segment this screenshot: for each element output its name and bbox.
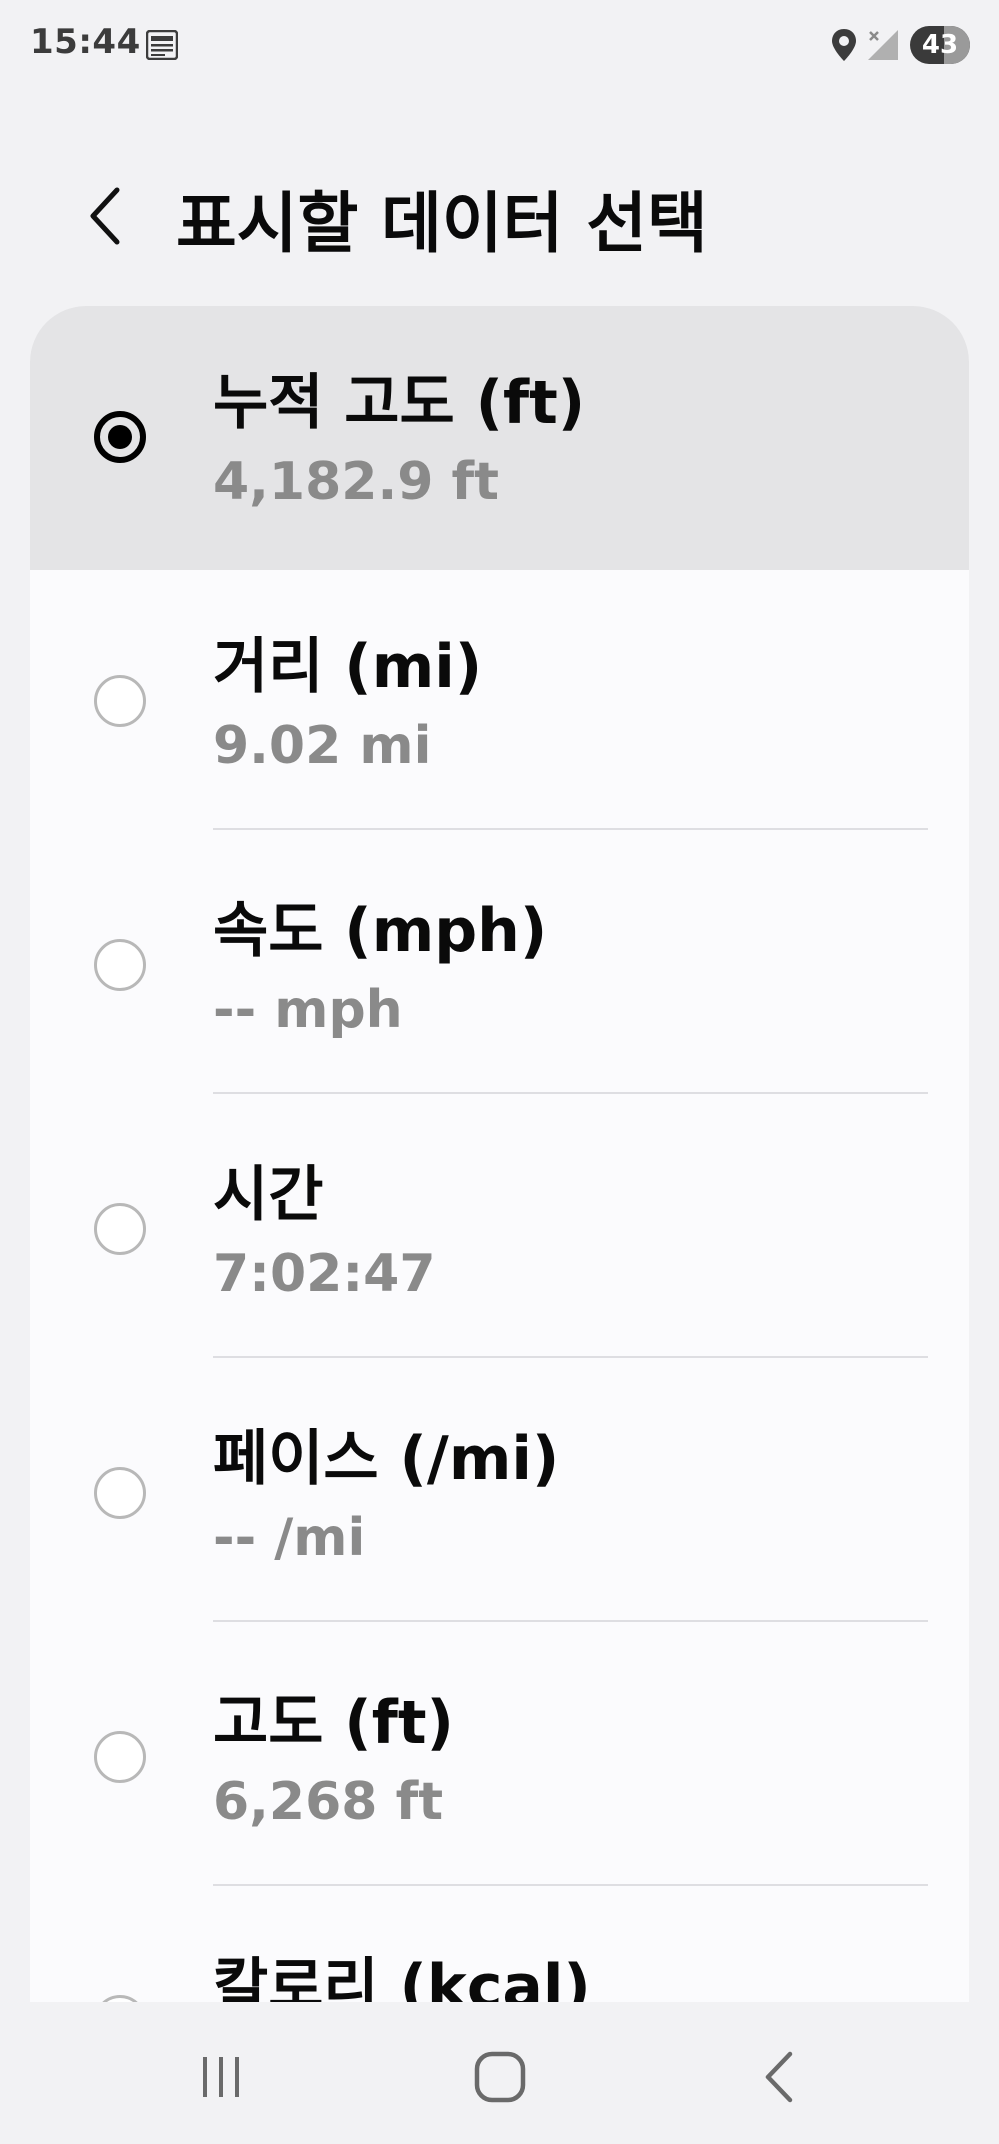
divider xyxy=(213,1092,928,1094)
radio-button[interactable] xyxy=(94,1731,146,1783)
news-notification-icon xyxy=(146,30,178,60)
home-button[interactable] xyxy=(455,2032,545,2122)
radio-button[interactable] xyxy=(94,1467,146,1519)
list-item-time[interactable]: 시간 7:02:47 xyxy=(30,1098,969,1362)
list-item-pace[interactable]: 페이스 (/mi) -- /mi xyxy=(30,1362,969,1626)
item-value: 7:02:47 xyxy=(213,1244,436,1304)
item-value: -- /mi xyxy=(213,1508,366,1568)
radio-button[interactable] xyxy=(94,1995,146,2002)
page-title: 표시할 데이터 선택 xyxy=(176,185,708,262)
list-item-elevation[interactable]: 고도 (ft) 6,268 ft xyxy=(30,1626,969,1890)
divider xyxy=(213,1356,928,1358)
list-item-speed[interactable]: 속도 (mph) -- mph xyxy=(30,834,969,1098)
radio-button-checked[interactable] xyxy=(94,411,146,463)
battery-level: 43 xyxy=(921,30,959,60)
item-title: 시간 xyxy=(213,1160,324,1230)
item-value: 9.02 mi xyxy=(213,716,432,776)
list-item-cumulative-elevation[interactable]: 누적 고도 (ft) 4,182.9 ft xyxy=(30,306,969,570)
status-time: 15:44 xyxy=(30,22,141,62)
item-value: 6,268 ft xyxy=(213,1772,444,1832)
divider xyxy=(213,1884,928,1886)
nav-back-button[interactable] xyxy=(735,2032,825,2122)
radio-button[interactable] xyxy=(94,939,146,991)
list-item-calories[interactable]: 칼로리 (kcal) xyxy=(30,1890,969,2002)
status-bar: 15:44 43 xyxy=(0,0,999,90)
item-title: 페이스 (/mi) xyxy=(213,1424,560,1494)
home-icon xyxy=(474,2051,526,2103)
back-button[interactable] xyxy=(70,176,140,256)
item-title: 거리 (mi) xyxy=(213,632,483,702)
location-icon xyxy=(832,29,856,61)
divider xyxy=(213,1620,928,1622)
item-title: 누적 고도 (ft) xyxy=(213,368,586,438)
item-title: 고도 (ft) xyxy=(213,1688,454,1758)
back-icon xyxy=(765,2051,793,2103)
battery-indicator: 43 xyxy=(910,26,970,64)
divider xyxy=(213,828,928,830)
item-title: 칼로리 (kcal) xyxy=(213,1952,591,2002)
data-option-list: 누적 고도 (ft) 4,182.9 ft 거리 (mi) 9.02 mi 속도… xyxy=(30,306,969,2002)
item-value: -- mph xyxy=(213,980,403,1040)
recents-button[interactable] xyxy=(176,2032,266,2122)
item-title: 속도 (mph) xyxy=(213,896,548,966)
header: 표시할 데이터 선택 xyxy=(0,150,999,280)
item-value: 4,182.9 ft xyxy=(213,452,499,512)
radio-button[interactable] xyxy=(94,1203,146,1255)
chevron-left-icon xyxy=(90,187,120,245)
radio-button[interactable] xyxy=(94,675,146,727)
list-item-distance[interactable]: 거리 (mi) 9.02 mi xyxy=(30,570,969,834)
signal-off-icon xyxy=(868,30,898,60)
recents-icon xyxy=(203,2057,239,2097)
navigation-bar xyxy=(0,2002,999,2144)
